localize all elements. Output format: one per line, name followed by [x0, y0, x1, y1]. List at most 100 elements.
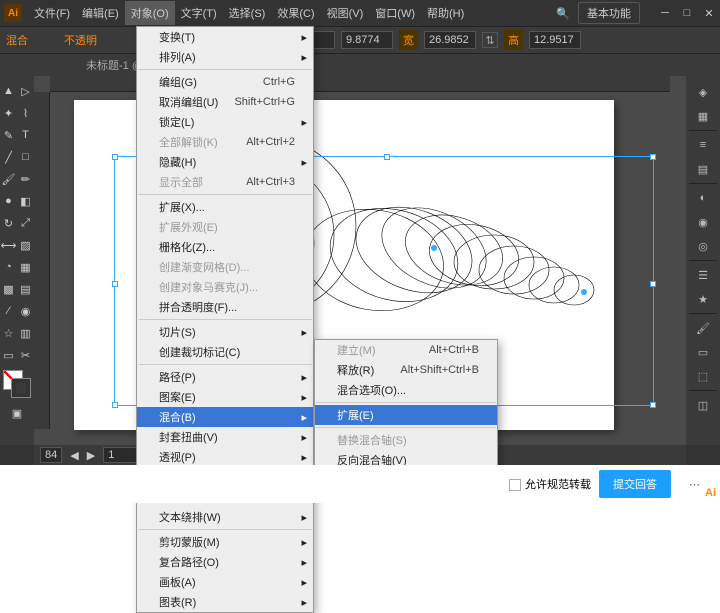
menu-1[interactable]: 编辑(E) — [76, 1, 125, 25]
zoom-field[interactable]: 84 — [40, 447, 62, 463]
menu-item[interactable]: 切片(S) — [137, 322, 313, 342]
selection-tool[interactable]: ▲ — [0, 80, 17, 102]
free-transform-tool[interactable]: ▨ — [17, 234, 34, 256]
blend-label: 混合 — [6, 32, 28, 48]
menu-8[interactable]: 帮助(H) — [421, 1, 470, 25]
type-tool[interactable]: T — [17, 124, 34, 146]
menu-item: 全部解锁(K)Alt+Ctrl+2 — [137, 132, 313, 152]
workspace-mode[interactable]: 基本功能 — [578, 2, 640, 24]
control-bar: 混合 不透明 0805 9.8774 宽 26.9852 ⇅ 高 12.9517 — [0, 26, 720, 54]
eraser-tool[interactable]: ◧ — [17, 190, 34, 212]
menu-item: 显示全部Alt+Ctrl+3 — [137, 172, 313, 192]
blend-tool[interactable]: ◉ — [17, 300, 34, 322]
graph-tool[interactable]: ▥ — [17, 322, 34, 344]
menu-item[interactable]: 变换(T) — [137, 27, 313, 47]
h-field[interactable]: 12.9517 — [529, 31, 581, 49]
align-panel-icon[interactable]: ▭ — [686, 340, 720, 364]
shape-builder-tool[interactable]: ◔ — [0, 256, 17, 278]
menu-item[interactable]: 扩展(X)... — [137, 197, 313, 217]
stroke-panel-icon[interactable]: ≡ — [686, 133, 720, 157]
menu-item[interactable]: 封套扭曲(V) — [137, 427, 313, 447]
menu-item[interactable]: 剪切蒙版(M) — [137, 532, 313, 552]
menu-item[interactable]: 复合路径(O) — [137, 552, 313, 572]
nav-next-icon[interactable]: ▶ — [87, 449, 95, 462]
menu-3[interactable]: 文字(T) — [175, 1, 223, 25]
menu-item[interactable]: 扩展(E) — [315, 405, 497, 425]
menu-item[interactable]: 图案(E) — [137, 387, 313, 407]
brush-tool[interactable]: 🖌 — [0, 168, 17, 190]
gradient-panel-icon[interactable]: ▤ — [686, 157, 720, 181]
link-wh-icon[interactable]: ⇅ — [482, 32, 498, 48]
close-button[interactable]: ✕ — [702, 6, 716, 20]
menu-item[interactable]: 取消编组(U)Shift+Ctrl+G — [137, 92, 313, 112]
menu-0[interactable]: 文件(F) — [28, 1, 76, 25]
menu-item[interactable]: 栅格化(Z)... — [137, 237, 313, 257]
pen-tool[interactable]: ✎ — [0, 124, 17, 146]
color-panel-icon[interactable]: ◈ — [686, 80, 720, 104]
nav-prev-icon[interactable]: ◀ — [70, 449, 78, 462]
menu-6[interactable]: 视图(V) — [321, 1, 370, 25]
wand-tool[interactable]: ✦ — [0, 102, 17, 124]
perspective-tool[interactable]: ▦ — [17, 256, 34, 278]
menu-item[interactable]: 锁定(L) — [137, 112, 313, 132]
menu-item[interactable]: 文本绕排(W) — [137, 507, 313, 527]
direct-select-tool[interactable]: ▷ — [17, 80, 34, 102]
transparency-panel-icon[interactable]: ◐ — [686, 186, 720, 210]
slice-tool[interactable]: ✂ — [17, 344, 34, 366]
graphic-styles-icon[interactable]: ◎ — [686, 234, 720, 258]
menu-5[interactable]: 效果(C) — [271, 1, 320, 25]
menu-item[interactable]: 路径(P) — [137, 367, 313, 387]
appearance-panel-icon[interactable]: ◉ — [686, 210, 720, 234]
menu-item[interactable]: 隐藏(H) — [137, 152, 313, 172]
menu-item[interactable]: 透视(P) — [137, 447, 313, 467]
w-field[interactable]: 26.9852 — [424, 31, 476, 49]
rotate-tool[interactable]: ↻ — [0, 212, 17, 234]
menu-2[interactable]: 对象(O) — [125, 1, 175, 25]
line-tool[interactable]: ╱ — [0, 146, 17, 168]
brushes-panel-icon[interactable]: 🖌 — [686, 316, 720, 340]
menu-item[interactable]: 编组(G)Ctrl+G — [137, 72, 313, 92]
transform-panel-icon[interactable]: ⬚ — [686, 364, 720, 388]
menu-item: 扩展外观(E) — [137, 217, 313, 237]
menu-item[interactable]: 混合(B) — [137, 407, 313, 427]
eyedropper-tool[interactable]: ⁄ — [0, 300, 17, 322]
doc-tabbar: 未标题-1 @ (CMYK/预览) — [0, 54, 720, 76]
menu-item[interactable]: 释放(R)Alt+Shift+Ctrl+B — [315, 360, 497, 380]
menu-item[interactable]: 拼合透明度(F)... — [137, 297, 313, 317]
repost-checkbox[interactable]: 允许规范转载 — [509, 476, 591, 492]
mesh-tool[interactable]: ▩ — [0, 278, 17, 300]
search-icon[interactable]: 🔍 — [556, 7, 570, 20]
menu-object-dropdown: 变换(T)排列(A) 编组(G)Ctrl+G取消编组(U)Shift+Ctrl+G… — [136, 26, 314, 613]
symbol-tool[interactable]: ☆ — [0, 322, 17, 344]
w-label: 宽 — [399, 30, 418, 50]
menu-item[interactable]: 排列(A) — [137, 47, 313, 67]
menu-4[interactable]: 选择(S) — [223, 1, 272, 25]
menu-item[interactable]: 图表(R) — [137, 592, 313, 612]
page-footer: 允许规范转载 提交回答 ⋯ — [0, 465, 720, 503]
symbols-panel-icon[interactable]: ★ — [686, 287, 720, 311]
menu-item: 替换混合轴(S) — [315, 430, 497, 450]
artboard-tool[interactable]: ▭ — [0, 344, 17, 366]
pathfinder-panel-icon[interactable]: ◫ — [686, 393, 720, 417]
menu-item[interactable]: 画板(A) — [137, 572, 313, 592]
menu-7[interactable]: 窗口(W) — [369, 1, 421, 25]
blob-tool[interactable]: ● — [0, 190, 17, 212]
layers-panel-icon[interactable]: ☰ — [686, 263, 720, 287]
swatches-panel-icon[interactable]: ▦ — [686, 104, 720, 128]
menu-item[interactable]: 混合选项(O)... — [315, 380, 497, 400]
h-label: 高 — [504, 30, 523, 50]
lasso-tool[interactable]: ⌇ — [17, 102, 34, 124]
app-logo: Ai — [4, 4, 22, 22]
minimize-button[interactable]: ─ — [658, 6, 672, 20]
submit-button[interactable]: 提交回答 — [599, 470, 671, 498]
scale-tool[interactable]: ⤢ — [17, 212, 34, 234]
screen-mode[interactable]: ▣ — [0, 402, 34, 424]
maximize-button[interactable]: □ — [680, 6, 694, 20]
menu-item[interactable]: 创建裁切标记(C) — [137, 342, 313, 362]
rect-tool[interactable]: □ — [17, 146, 34, 168]
y-field[interactable]: 9.8774 — [341, 31, 393, 49]
pencil-tool[interactable]: ✏ — [17, 168, 34, 190]
gradient-tool[interactable]: ▤ — [17, 278, 34, 300]
color-swatch[interactable] — [3, 370, 31, 398]
width-tool[interactable]: ⟷ — [0, 234, 17, 256]
